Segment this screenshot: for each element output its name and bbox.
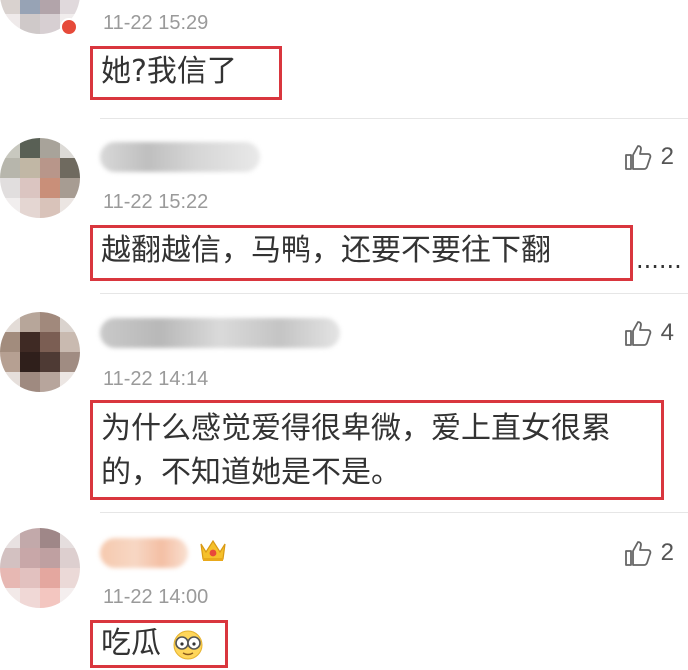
like-button[interactable]: 2 <box>623 142 674 172</box>
comment-text: 她?我信了 <box>90 46 282 100</box>
comment-text: 吃瓜 <box>90 620 228 668</box>
divider <box>100 118 688 119</box>
like-count: 4 <box>660 319 674 346</box>
divider <box>100 512 688 513</box>
thumbs-up-icon <box>624 145 651 170</box>
avatar[interactable] <box>0 138 80 218</box>
comment-text-content: 为什么感觉爱得很卑微，爱上直女很累的，不知道她是不是。 <box>101 411 611 490</box>
badge-dot <box>60 18 78 36</box>
glasses-face-emoji <box>173 630 203 659</box>
crown-icon <box>200 539 226 561</box>
comment-time: 11-22 14:14 <box>103 368 209 390</box>
like-button[interactable]: 4 <box>623 318 674 348</box>
thumbs-up-icon <box>624 541 651 566</box>
avatar[interactable] <box>0 528 80 608</box>
comment-time: 11-22 15:29 <box>103 12 209 34</box>
username-blurred[interactable] <box>100 318 340 348</box>
like-count: 2 <box>660 143 674 170</box>
like-button[interactable]: 2 <box>623 538 674 568</box>
divider <box>100 293 688 294</box>
username-blurred[interactable] <box>100 142 260 172</box>
avatar[interactable] <box>0 312 80 392</box>
comment-text: 为什么感觉爱得很卑微，爱上直女很累的，不知道她是不是。 <box>90 400 664 500</box>
comment-text-content: 她?我信了 <box>101 54 237 89</box>
thumbs-up-icon <box>624 321 651 346</box>
username-blurred[interactable] <box>100 538 188 568</box>
like-count: 2 <box>660 539 674 566</box>
comment-time: 11-22 15:22 <box>103 191 209 213</box>
comment-text: 越翻越信，马鸭，还要不要往下翻 <box>90 225 633 281</box>
comment-text-content: 越翻越信，马鸭，还要不要往下翻 <box>101 233 551 268</box>
text-overflow-ellipsis: ...... <box>636 246 682 274</box>
comment-text-content: 吃瓜 <box>101 626 161 661</box>
comment-time: 11-22 14:00 <box>103 586 209 608</box>
